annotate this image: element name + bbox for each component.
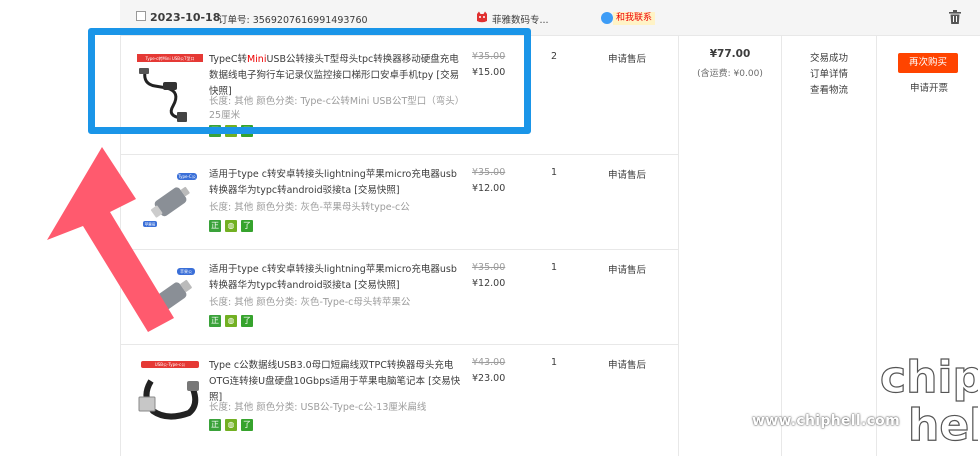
item-spec: 长度: 其他 颜色分类: 灰色-苹果母头转type-c公: [209, 202, 410, 213]
guarantee-badge-icon[interactable]: ◍: [225, 419, 237, 431]
item-quantity: 1: [551, 167, 558, 178]
after-sale-link[interactable]: 申请售后: [608, 357, 646, 371]
item-title-link[interactable]: Type c公数据线USB3.0母口短扁线双TPC转换器母头充电OTG连转接U盘…: [209, 358, 461, 406]
logo-text: hell: [908, 400, 978, 450]
status-text: 交易成功: [810, 53, 849, 64]
item-title-text: Type c公数据线USB3.0母口短扁线双TPC转换器母头充电OTG连转接U盘…: [209, 360, 461, 403]
column-divider: [876, 36, 877, 456]
service-badge-icon[interactable]: 了: [241, 315, 253, 327]
trash-icon[interactable]: [949, 10, 961, 24]
view-logistics-link[interactable]: 查看物流: [810, 83, 848, 99]
thumbnail-label: Type-c母: [144, 318, 160, 322]
request-invoice-link[interactable]: 申请开票: [910, 80, 948, 94]
order-page: 2023-10-18 订单号: 3569207616991493760 菲雅数码…: [0, 0, 980, 456]
item-spec: 长度: 其他 颜色分类: USB公-Type-c公-13厘米扁线: [209, 402, 427, 413]
product-thumbnail[interactable]: Type-C公 苹果母: [137, 165, 203, 237]
after-sale-link[interactable]: 申请售后: [608, 51, 646, 65]
service-badges: 正 ◍ 了: [209, 419, 257, 433]
genuine-badge-icon[interactable]: 正: [209, 315, 221, 327]
chiphell-logo-icon: chip hell: [879, 351, 978, 450]
rebuy-button[interactable]: 再次购买: [898, 53, 958, 73]
contact-seller-label: 和我联系: [613, 12, 656, 25]
highlight-box: [88, 28, 531, 134]
service-badges: 正 ◍ 了: [209, 315, 257, 329]
order-item: Type-C公 苹果母 适用于type c转安卓转接头lightning苹果mi…: [121, 155, 678, 249]
thumbnail-label: USB公-Type-c公: [155, 362, 185, 367]
service-badge-icon[interactable]: 了: [241, 220, 253, 232]
item-quantity: 1: [551, 357, 558, 368]
item-title-link[interactable]: 适用于type c转安卓转接头lightning苹果micro充电器usb转换器…: [209, 262, 461, 294]
original-price: ¥35.00: [472, 167, 506, 178]
service-badge-icon[interactable]: 了: [241, 419, 253, 431]
service-badges: 正 ◍ 了: [209, 220, 257, 234]
thumbnail-label: 苹果母: [145, 222, 156, 227]
genuine-badge-icon[interactable]: 正: [209, 220, 221, 232]
item-title-text: 适用于type c转安卓转接头lightning苹果micro充电器usb转换器…: [209, 264, 457, 291]
item-quantity: 1: [551, 262, 558, 273]
item-title-link[interactable]: 适用于type c转安卓转接头lightning苹果micro充电器usb转换器…: [209, 167, 461, 199]
thumbnail-label: 苹果公: [180, 268, 192, 274]
guarantee-badge-icon[interactable]: ◍: [225, 315, 237, 327]
after-sale-link[interactable]: 申请售后: [608, 167, 646, 181]
original-price: ¥35.00: [472, 262, 506, 273]
order-total: ¥77.00: [709, 48, 751, 60]
column-divider: [678, 36, 679, 456]
item-spec: 长度: 其他 颜色分类: 灰色-Type-c母头转苹果公: [209, 297, 411, 308]
item-title-text: 适用于type c转安卓转接头lightning苹果micro充电器usb转换器…: [209, 169, 457, 196]
unit-price: ¥12.00: [472, 183, 506, 194]
order-item: 苹果公 Type-c母 适用于type c转安卓转接头lightning苹果mi…: [121, 250, 678, 344]
after-sale-link[interactable]: 申请售后: [608, 262, 646, 276]
order-detail-link[interactable]: 订单详情: [810, 67, 848, 83]
product-thumbnail[interactable]: 苹果公 Type-c母: [137, 260, 203, 332]
order-date: 2023-10-18: [150, 11, 221, 24]
shipping-fee: (含运费: ¥0.00): [697, 69, 763, 79]
genuine-badge-icon[interactable]: 正: [209, 419, 221, 431]
thumbnail-label: Type-C公: [177, 174, 195, 179]
shop-name-link[interactable]: 菲雅数码专...: [492, 12, 549, 26]
order-number: 订单号: 3569207616991493760: [218, 15, 368, 26]
order-checkbox[interactable]: [136, 11, 146, 21]
chat-bubble-icon: [601, 12, 613, 24]
product-thumbnail[interactable]: USB公-Type-c公: [137, 357, 203, 429]
unit-price: ¥23.00: [472, 373, 506, 384]
unit-price: ¥12.00: [472, 278, 506, 289]
column-divider: [781, 36, 782, 456]
guarantee-badge-icon[interactable]: ◍: [225, 220, 237, 232]
item-quantity: 2: [551, 51, 558, 62]
order-status: 交易成功 订单详情 查看物流: [810, 51, 848, 99]
order-item: USB公-Type-c公 Type c公数据线USB3.0母口短扁线双TPC转换…: [121, 345, 678, 456]
shop-cat-icon: [477, 11, 487, 23]
logo-text: chip: [880, 352, 978, 403]
original-price: ¥43.00: [472, 357, 506, 368]
